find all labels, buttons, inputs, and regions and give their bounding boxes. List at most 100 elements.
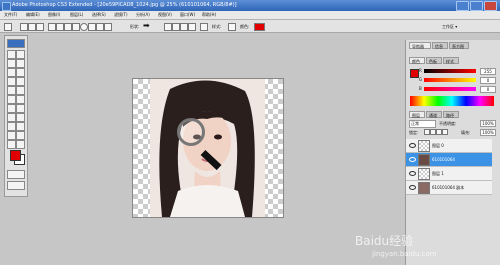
tab-channels[interactable]: 通道 bbox=[426, 111, 442, 118]
combine-icon[interactable] bbox=[164, 23, 172, 31]
menu-image[interactable]: 图像(I) bbox=[48, 12, 60, 18]
eyedropper-tool-icon[interactable] bbox=[16, 131, 25, 140]
panel-foreground-swatch[interactable] bbox=[410, 69, 419, 78]
lock-all-icon[interactable] bbox=[442, 129, 448, 135]
healing-brush-tool-icon[interactable] bbox=[7, 77, 16, 86]
tab-navigator[interactable]: 导航器 bbox=[409, 42, 431, 49]
color-swatch[interactable] bbox=[254, 23, 265, 31]
layer-row[interactable]: 图层 0 bbox=[406, 139, 492, 153]
intersect-icon[interactable] bbox=[180, 23, 188, 31]
visibility-eye-icon[interactable] bbox=[409, 157, 416, 162]
link-icon[interactable] bbox=[200, 23, 208, 31]
tab-swatches[interactable]: 色板 bbox=[426, 57, 442, 64]
minimize-button[interactable] bbox=[456, 1, 469, 11]
menu-edit[interactable]: 编辑(E) bbox=[26, 12, 40, 18]
lasso-tool-icon[interactable] bbox=[7, 59, 16, 68]
workspace-button[interactable]: 工作区 ▾ bbox=[442, 24, 457, 30]
style-swatch[interactable] bbox=[228, 23, 236, 31]
rectangle-icon[interactable] bbox=[64, 23, 72, 31]
layer-thumbnail bbox=[418, 140, 430, 152]
gradient-tool-icon[interactable] bbox=[16, 95, 25, 104]
layer-name: 图层 0 bbox=[432, 143, 444, 148]
channel-g-slider[interactable] bbox=[424, 78, 476, 82]
pen-icon[interactable] bbox=[48, 23, 56, 31]
layer-name: 图层 1 bbox=[432, 171, 444, 176]
tab-info[interactable]: 信息 bbox=[432, 42, 448, 49]
zoom-tool-icon[interactable] bbox=[16, 140, 25, 149]
tab-paths[interactable]: 路径 bbox=[443, 111, 459, 118]
tab-histogram[interactable]: 直方图 bbox=[449, 42, 469, 49]
magic-wand-tool-icon[interactable] bbox=[16, 59, 25, 68]
maximize-button[interactable] bbox=[470, 1, 483, 11]
freeform-pen-icon[interactable] bbox=[56, 23, 64, 31]
subtract-icon[interactable] bbox=[172, 23, 180, 31]
hand-tool-icon[interactable] bbox=[7, 140, 16, 149]
visibility-eye-icon[interactable] bbox=[409, 185, 416, 190]
menu-layer[interactable]: 图层(L) bbox=[70, 12, 83, 18]
menu-filter[interactable]: 滤镜(T) bbox=[114, 12, 128, 18]
line-icon[interactable] bbox=[96, 23, 104, 31]
shape-picker-arrow-icon[interactable]: ➡ bbox=[143, 21, 150, 30]
polygon-icon[interactable] bbox=[88, 23, 96, 31]
fill-pixels-icon[interactable] bbox=[36, 23, 44, 31]
layer-thumbnail bbox=[418, 182, 430, 194]
color-ramp[interactable] bbox=[410, 96, 494, 106]
custom-shape-icon[interactable] bbox=[104, 23, 112, 31]
screen-mode-icon[interactable] bbox=[7, 181, 25, 190]
brush-tool-icon[interactable] bbox=[16, 77, 25, 86]
blur-tool-icon[interactable] bbox=[7, 104, 16, 113]
menu-select[interactable]: 选择(S) bbox=[92, 12, 106, 18]
eraser-tool-icon[interactable] bbox=[7, 95, 16, 104]
visibility-eye-icon[interactable] bbox=[409, 143, 416, 148]
marquee-tool-icon[interactable] bbox=[16, 50, 25, 59]
menu-analysis[interactable]: 分析(A) bbox=[136, 12, 150, 18]
dodge-tool-icon[interactable] bbox=[16, 104, 25, 113]
photoshop-logo-icon bbox=[2, 2, 11, 11]
rounded-rectangle-icon[interactable] bbox=[72, 23, 80, 31]
shape-label: 形状: bbox=[130, 24, 140, 29]
slice-tool-icon[interactable] bbox=[16, 68, 25, 77]
menu-window[interactable]: 窗口(W) bbox=[180, 12, 195, 18]
crop-tool-icon[interactable] bbox=[7, 68, 16, 77]
layer-row-selected[interactable]: 610101064 bbox=[406, 153, 492, 167]
layer-row[interactable]: 图层 1 bbox=[406, 167, 492, 181]
ellipse-icon[interactable] bbox=[80, 23, 88, 31]
menu-view[interactable]: 视图(V) bbox=[158, 12, 172, 18]
paths-icon[interactable] bbox=[28, 23, 36, 31]
menu-help[interactable]: 帮助(H) bbox=[202, 12, 216, 18]
tab-styles[interactable]: 样式 bbox=[443, 57, 459, 64]
exclude-icon[interactable] bbox=[188, 23, 196, 31]
menu-file[interactable]: 文件(F) bbox=[4, 12, 17, 18]
tab-color[interactable]: 颜色 bbox=[409, 57, 425, 64]
shape-tool-icon[interactable] bbox=[16, 122, 25, 131]
layer-name: 610101064 副本 bbox=[432, 185, 465, 190]
opacity-value[interactable]: 100% bbox=[480, 120, 496, 127]
tab-layers[interactable]: 图层 bbox=[409, 111, 425, 118]
pen-tool-icon[interactable] bbox=[7, 113, 16, 122]
quick-mask-icon[interactable] bbox=[7, 170, 25, 179]
visibility-eye-icon[interactable] bbox=[409, 171, 416, 176]
path-selection-tool-icon[interactable] bbox=[7, 122, 16, 131]
tool-preset-icon[interactable] bbox=[4, 23, 12, 31]
watermark-url: jingyan.baidu.com bbox=[372, 250, 437, 258]
lock-label: 锁定: bbox=[409, 130, 419, 135]
layer-row[interactable]: 610101064 副本 bbox=[406, 181, 492, 195]
channel-r-value[interactable]: 255 bbox=[480, 68, 496, 75]
channel-b-slider[interactable] bbox=[424, 87, 476, 91]
channel-g-value[interactable]: 0 bbox=[480, 77, 496, 84]
notes-tool-icon[interactable] bbox=[7, 131, 16, 140]
close-button[interactable] bbox=[484, 1, 497, 11]
channel-r-slider[interactable] bbox=[424, 69, 476, 73]
foreground-color-swatch[interactable] bbox=[10, 150, 21, 161]
channel-b-value[interactable]: 0 bbox=[480, 86, 496, 93]
type-tool-icon[interactable] bbox=[16, 113, 25, 122]
window-title: Adobe Photoshop CS3 Extended - [20e59PIC… bbox=[12, 2, 237, 8]
style-label: 样式: bbox=[212, 24, 222, 29]
move-tool-icon[interactable] bbox=[7, 50, 16, 59]
color-label: 颜色: bbox=[240, 24, 250, 29]
history-brush-tool-icon[interactable] bbox=[16, 86, 25, 95]
fill-value[interactable]: 100% bbox=[480, 129, 496, 136]
blend-mode-select[interactable]: 正常 bbox=[409, 120, 436, 128]
clone-stamp-tool-icon[interactable] bbox=[7, 86, 16, 95]
shape-layers-icon[interactable] bbox=[20, 23, 28, 31]
